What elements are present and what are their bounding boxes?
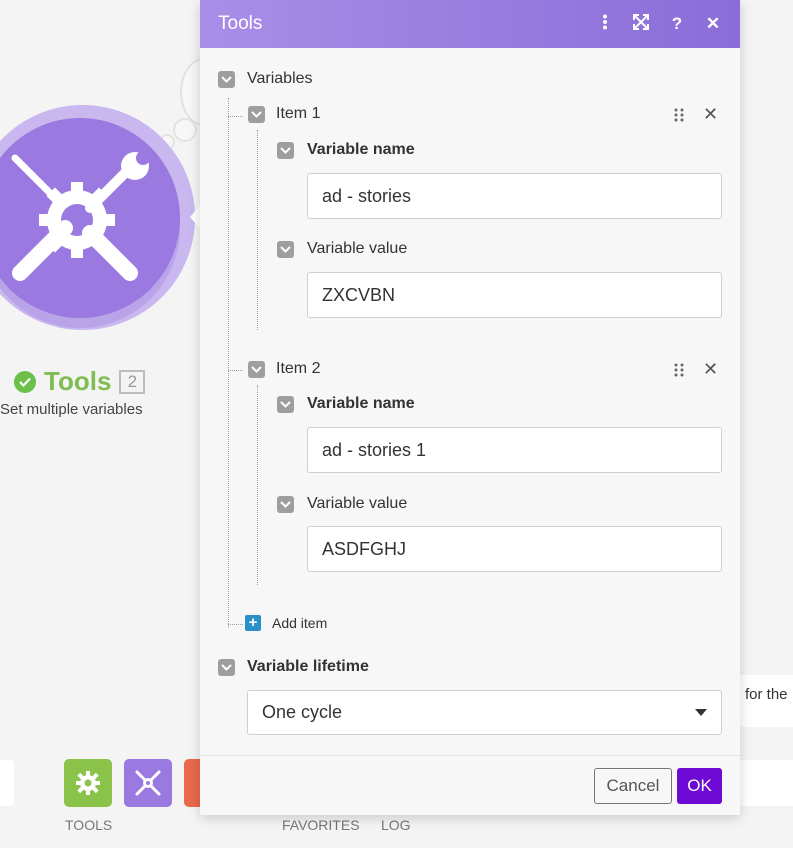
chevron-down-icon bbox=[221, 76, 232, 83]
toolbar-right-edge bbox=[740, 760, 793, 806]
close-icon[interactable]: ✕ bbox=[704, 14, 722, 34]
item-1-label: Item 1 bbox=[276, 105, 321, 122]
tools-icon bbox=[11, 151, 150, 281]
variable-lifetime-select[interactable]: One cycle bbox=[247, 690, 722, 735]
chevron-down-icon bbox=[280, 501, 291, 508]
add-item-link[interactable]: Add item bbox=[272, 615, 327, 631]
item-2-name-input[interactable]: ad - stories 1 bbox=[307, 427, 722, 473]
tree-line bbox=[257, 130, 258, 330]
remove-item-1-icon[interactable]: ✕ bbox=[703, 104, 718, 125]
drag-handle-icon[interactable] bbox=[674, 363, 684, 377]
dialog-header: Tools ? ✕ bbox=[200, 0, 740, 48]
module-bubble-medium bbox=[173, 118, 197, 142]
module-title: Tools 2 bbox=[14, 366, 146, 397]
item-1-name-toggle[interactable] bbox=[277, 142, 294, 159]
caret-down-icon bbox=[695, 709, 707, 716]
dialog-header-actions: ? ✕ bbox=[596, 13, 722, 35]
more-vertical-icon[interactable] bbox=[596, 14, 614, 35]
toolbar-label-tools: TOOLS bbox=[65, 817, 113, 833]
item-1-value-toggle[interactable] bbox=[277, 241, 294, 258]
item-2-name-label: Variable name bbox=[307, 395, 415, 412]
variables-label: Variables bbox=[247, 70, 313, 87]
item-1-collapse-toggle[interactable] bbox=[248, 106, 265, 123]
chevron-down-icon bbox=[251, 366, 262, 373]
tree-line bbox=[257, 385, 258, 585]
tools-icon bbox=[135, 770, 161, 796]
item-2-value-label: Variable value bbox=[307, 495, 408, 512]
chevron-down-icon bbox=[280, 246, 291, 253]
tools-gear-button[interactable] bbox=[64, 759, 112, 807]
item-1-value-input[interactable]: ZXCVBN bbox=[307, 272, 722, 318]
tools-dialog: Tools ? ✕ Variables Item 1 ✕ Variable na… bbox=[200, 0, 740, 815]
variable-lifetime-label: Variable lifetime bbox=[247, 658, 369, 675]
add-item-plus-icon[interactable]: + bbox=[245, 615, 261, 631]
chevron-down-icon bbox=[221, 664, 232, 671]
item-2-collapse-toggle[interactable] bbox=[248, 361, 265, 378]
variables-collapse-toggle[interactable] bbox=[218, 71, 235, 88]
module-name: Tools bbox=[44, 366, 112, 396]
gear-icon bbox=[76, 771, 100, 795]
item-2-value-input[interactable]: ASDFGHJ bbox=[307, 526, 722, 572]
variable-lifetime-value: One cycle bbox=[262, 702, 343, 722]
ok-button[interactable]: OK bbox=[677, 768, 722, 804]
item-1-value-label: Variable value bbox=[307, 240, 408, 257]
toolbar-label-favorites[interactable]: FAVORITES bbox=[282, 817, 360, 833]
lifetime-collapse-toggle[interactable] bbox=[218, 659, 235, 676]
tree-branch bbox=[228, 624, 243, 625]
module-subtitle: Set multiple variables bbox=[0, 401, 143, 418]
tools-crossed-button[interactable] bbox=[124, 759, 172, 807]
item-1-name-label: Variable name bbox=[307, 141, 415, 158]
item-2-name-toggle[interactable] bbox=[277, 396, 294, 413]
item-2-label: Item 2 bbox=[276, 360, 321, 377]
chevron-down-icon bbox=[280, 401, 291, 408]
item-2-value-toggle[interactable] bbox=[277, 496, 294, 513]
help-icon[interactable]: ? bbox=[668, 14, 686, 34]
cancel-button[interactable]: Cancel bbox=[594, 768, 672, 804]
chevron-down-icon bbox=[251, 111, 262, 118]
expand-icon[interactable] bbox=[632, 13, 650, 35]
toolbar-button-orange[interactable] bbox=[184, 759, 200, 807]
check-icon bbox=[14, 370, 36, 393]
chevron-down-icon bbox=[280, 147, 291, 154]
tree-branch bbox=[228, 370, 243, 371]
remove-item-2-icon[interactable]: ✕ bbox=[703, 359, 718, 380]
dialog-title: Tools bbox=[218, 13, 263, 34]
tree-line bbox=[228, 98, 229, 628]
tree-branch bbox=[228, 116, 243, 117]
toolbar-left-edge bbox=[0, 760, 14, 806]
module-count-badge: 2 bbox=[119, 369, 146, 394]
item-1-name-input[interactable]: ad - stories bbox=[307, 173, 722, 219]
toolbar-label-log[interactable]: LOG bbox=[381, 817, 411, 833]
background-partial-text: for the bbox=[745, 686, 788, 703]
drag-handle-icon[interactable] bbox=[674, 108, 684, 122]
